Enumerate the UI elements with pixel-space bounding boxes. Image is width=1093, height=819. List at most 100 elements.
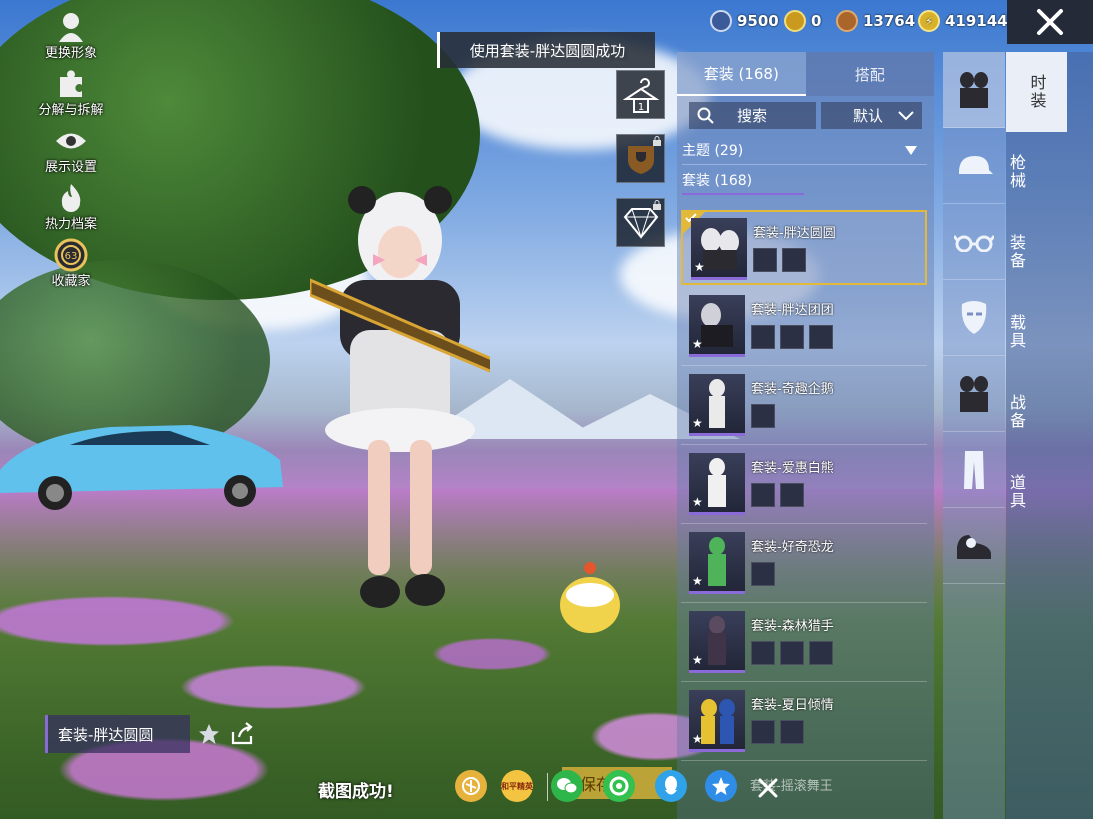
- screenshot-success-text: 截图成功!: [318, 782, 394, 802]
- moments-icon[interactable]: [603, 770, 635, 802]
- collector-badge-number: 63: [65, 251, 78, 262]
- left-menu-label: 分解与拆解: [38, 103, 104, 118]
- triangle-down-icon: [905, 145, 917, 155]
- divider: [682, 164, 927, 165]
- filter-underline: [682, 193, 804, 195]
- tab-items[interactable]: 道具: [1006, 452, 1026, 532]
- outfit-set-icon: [960, 375, 988, 412]
- tab-tactical[interactable]: 战备: [1006, 372, 1026, 452]
- collector-button[interactable]: 63 收藏家: [34, 238, 108, 295]
- currency-value: 13764: [863, 12, 916, 30]
- left-menu-label: 收藏家: [51, 274, 91, 289]
- outfit-name: 套装-好奇恐龙: [751, 540, 834, 555]
- category-shoes[interactable]: [943, 508, 1005, 584]
- star-icon: ★: [692, 732, 703, 746]
- honor-button[interactable]: [616, 134, 665, 183]
- divider: [681, 681, 927, 682]
- heat-profile-button[interactable]: 热力档案: [34, 181, 108, 238]
- sort-dropdown[interactable]: 默认: [821, 102, 922, 129]
- star-icon: ★: [692, 495, 703, 509]
- player-character: [310, 186, 490, 608]
- search-row: 搜索 默认: [689, 102, 922, 129]
- currency-bronze: 13764: [836, 10, 915, 32]
- close-share-icon[interactable]: [752, 772, 784, 804]
- divider: [681, 523, 927, 524]
- outfit-filter[interactable]: 套装 (168): [682, 170, 927, 190]
- panel-tabs: 套装 (168) 搭配: [677, 52, 934, 96]
- peace-elite-icon[interactable]: 和平精英: [501, 770, 533, 802]
- piece-thumb: [780, 483, 804, 507]
- divider: [681, 602, 927, 603]
- piece-thumb: [751, 483, 775, 507]
- tab-guns[interactable]: 枪械: [1006, 132, 1026, 212]
- list-item[interactable]: ★ 套装-爱惠白熊: [681, 447, 927, 524]
- trophy-shield-icon: [627, 145, 654, 174]
- outfit-thumbnail: ★: [689, 690, 745, 752]
- pants-icon: [964, 450, 984, 489]
- search-placeholder: 搜索: [737, 107, 768, 125]
- tab-vehicles[interactable]: 载具: [1006, 292, 1026, 372]
- divider: [547, 773, 548, 801]
- favorite-star-icon[interactable]: [198, 723, 220, 745]
- category-pants[interactable]: [943, 432, 1005, 508]
- category-mask[interactable]: [943, 280, 1005, 356]
- change-avatar-button[interactable]: 更换形象: [34, 10, 108, 67]
- list-item[interactable]: ★ 套装-胖达团团: [681, 289, 927, 366]
- puzzle-icon: [54, 67, 88, 101]
- qq-icon[interactable]: [655, 770, 687, 802]
- category-icon-column: [943, 52, 1005, 819]
- divider: [681, 760, 927, 761]
- currency-energy: ⚡ 419144: [918, 10, 1008, 32]
- energy-coin-icon: ⚡: [918, 10, 940, 32]
- outfit-list: ★ 套装-胖达圆圆 ★ 套装-胖达团团 ★ 套装-奇趣企鹅 ★ 套装-爱惠白熊 …: [681, 210, 927, 763]
- outfit-name: 套装-胖达圆圆: [753, 226, 836, 241]
- category-cap[interactable]: [943, 128, 1005, 204]
- list-item[interactable]: ★ 套装-夏日倾情: [681, 684, 927, 761]
- tab-fashion[interactable]: 时装: [1006, 52, 1067, 132]
- list-item[interactable]: ★ 套装-森林猎手: [681, 605, 927, 682]
- peace-logo-icon[interactable]: [455, 770, 487, 802]
- category-outfit[interactable]: [943, 52, 1005, 128]
- diamond-button[interactable]: [616, 198, 665, 247]
- bronze-coin-icon: [836, 10, 858, 32]
- share-icon[interactable]: [230, 722, 254, 746]
- theme-filter-label: 主题 (29): [682, 143, 744, 159]
- qzone-icon[interactable]: [705, 770, 737, 802]
- svg-text:1: 1: [637, 102, 643, 113]
- sort-label: 默认: [853, 107, 884, 125]
- search-input[interactable]: 搜索: [689, 102, 816, 129]
- category-glasses[interactable]: [943, 204, 1005, 280]
- outfit-thumbnail: ★: [691, 218, 747, 280]
- shoes-icon: [957, 534, 991, 559]
- eye-icon: [54, 124, 88, 158]
- wardrobe-button[interactable]: 1: [616, 70, 665, 119]
- piece-thumb: [751, 404, 775, 428]
- currency-value: 419144: [945, 12, 1008, 30]
- tab-equipment[interactable]: 装备: [1006, 212, 1026, 292]
- decompose-button[interactable]: 分解与拆解: [34, 67, 108, 124]
- piece-thumb: [809, 325, 833, 349]
- list-item[interactable]: ★ 套装-好奇恐龙: [681, 526, 927, 603]
- outfit-name: 套装-爱惠白熊: [751, 461, 834, 476]
- display-settings-button[interactable]: 展示设置: [34, 124, 108, 181]
- category-outfit-set[interactable]: [943, 356, 1005, 432]
- list-item[interactable]: ★ 套装-胖达圆圆: [681, 210, 927, 285]
- gold-coupon-icon: [784, 10, 806, 32]
- currency-value: 0: [811, 12, 822, 30]
- star-icon: ★: [692, 574, 703, 588]
- divider: [681, 365, 927, 366]
- outfit-thumbnail: ★: [689, 611, 745, 673]
- list-item[interactable]: ★ 套装-奇趣企鹅: [681, 368, 927, 445]
- star-icon: ★: [692, 653, 703, 667]
- mask-icon: [961, 300, 987, 334]
- currency-gold-coupon: 0: [784, 10, 821, 32]
- tab-match[interactable]: 搭配: [805, 52, 934, 96]
- chevron-down-icon: [898, 110, 914, 120]
- wechat-icon[interactable]: [551, 770, 583, 802]
- search-icon: [697, 107, 714, 124]
- theme-filter[interactable]: 主题 (29): [682, 140, 927, 160]
- outfit-panel: 套装 (168) 搭配 搜索 默认 主题 (29) 套装 (168) ★ 套装-…: [677, 52, 934, 819]
- tab-outfits[interactable]: 套装 (168): [677, 52, 806, 96]
- close-button[interactable]: [1007, 0, 1093, 44]
- silver-coin-icon: [710, 10, 732, 32]
